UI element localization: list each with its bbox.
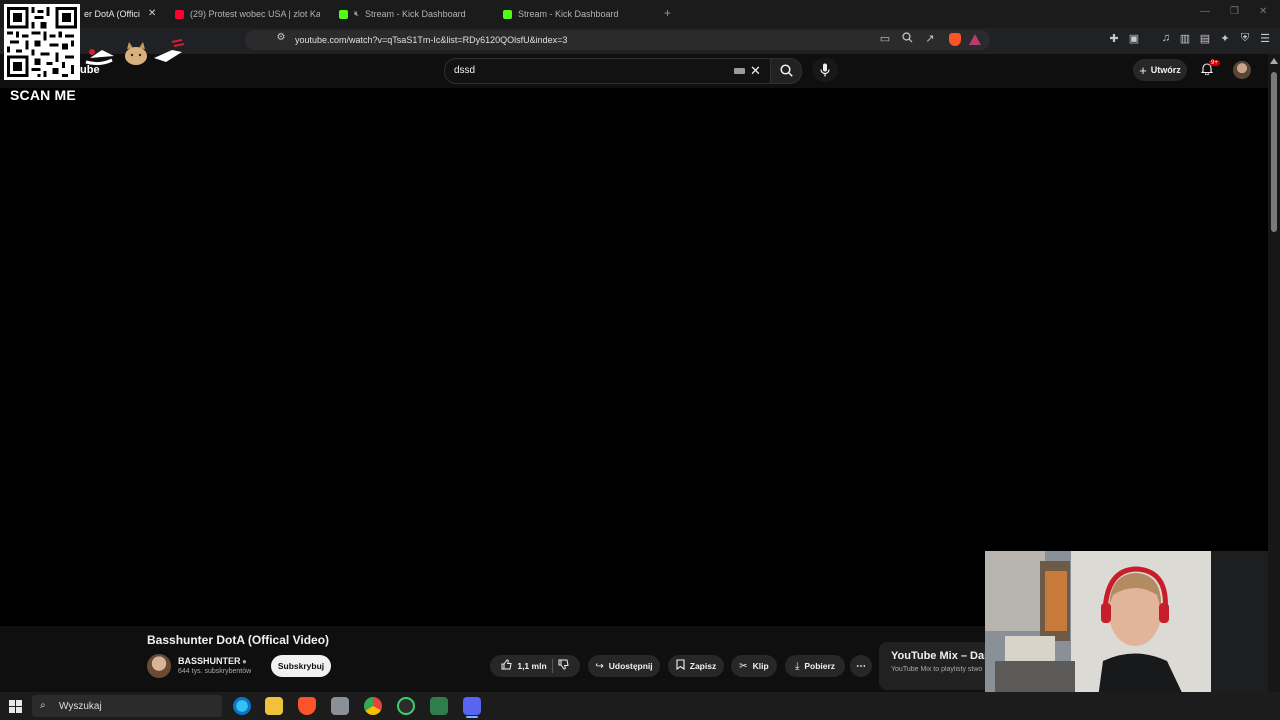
subscribe-label: Subskrybuj <box>277 661 325 671</box>
app-icon-generic[interactable] <box>331 697 349 715</box>
tab-youtube-dota[interactable]: er DotA (Offici <box>84 4 140 24</box>
video-title: Basshunter DotA (Offical Video) <box>147 633 330 647</box>
qr-code <box>4 4 80 80</box>
brave-shields-icon[interactable] <box>949 33 961 46</box>
subscriber-count: 644 tys. subskrybentów <box>178 668 252 675</box>
media-icon[interactable]: ♫ <box>1159 32 1173 44</box>
restore-icon[interactable]: ❐ <box>1230 6 1239 17</box>
scan-me-label: SCAN ME <box>10 87 76 103</box>
discord-icon[interactable] <box>463 697 481 715</box>
file-explorer-icon[interactable] <box>265 697 283 715</box>
clear-search-icon[interactable]: ✕ <box>750 63 761 79</box>
scissors-icon: ✂ <box>739 660 748 672</box>
channel-name[interactable]: BASSHUNTER <box>178 656 241 666</box>
like-dislike-group: 1,1 mln <box>490 655 580 677</box>
verified-badge-icon: ● <box>242 657 247 666</box>
extensions-icon[interactable]: ✚ <box>1107 32 1121 45</box>
mix-title[interactable]: YouTube Mix – Dar <box>891 650 986 662</box>
account-avatar[interactable] <box>1233 61 1251 79</box>
dislike-icon[interactable] <box>558 659 569 673</box>
close-tab-icon[interactable]: ✕ <box>148 8 156 19</box>
tab-title: Stream - Kick Dashboard <box>518 9 619 19</box>
vpn-icon[interactable]: ⛨ <box>1238 32 1252 45</box>
tab-title: Stream - Kick Dashboard <box>365 9 466 19</box>
muted-icon: 🔇︎ <box>354 9 360 18</box>
like-count[interactable]: 1,1 mln <box>517 661 546 671</box>
create-label: Utwórz <box>1150 65 1181 75</box>
edge-browser-icon[interactable] <box>233 697 251 715</box>
chrome-icon[interactable] <box>364 697 382 715</box>
share-label: Udostępnij <box>608 661 653 671</box>
mix-subtitle: YouTube Mix to playlisty stwo <box>891 666 983 673</box>
site-settings-icon[interactable]: ⚙︎ <box>274 32 288 43</box>
wallet-icon[interactable]: ▤ <box>1198 32 1212 45</box>
like-icon[interactable] <box>501 659 512 673</box>
share-icon: ↪ <box>595 660 604 672</box>
kick-icon <box>339 9 348 19</box>
taskbar-search-icon: ⌕ <box>40 700 46 711</box>
voice-search-button[interactable] <box>812 58 838 82</box>
scroll-up-arrow-icon[interactable] <box>1270 58 1278 64</box>
save-playlist-icon <box>676 659 685 673</box>
sidebar-icon[interactable]: ▥ <box>1178 32 1192 45</box>
search-icon <box>780 64 793 77</box>
save-label: Zapisz <box>689 661 717 671</box>
kick-icon <box>503 9 512 19</box>
minimize-icon[interactable]: — <box>1200 6 1210 17</box>
like-divider <box>551 659 553 673</box>
zoom-icon[interactable] <box>900 32 914 46</box>
windows-start-icon[interactable] <box>9 700 22 713</box>
tab-title: er DotA (Offici <box>84 9 140 19</box>
keyboard-icon[interactable] <box>734 68 745 74</box>
download-icon: ⤓ <box>794 660 800 672</box>
streaming-app-icon[interactable] <box>397 697 415 715</box>
taskbar-search-placeholder[interactable]: Wyszukaj <box>59 701 102 712</box>
download-label: Pobierz <box>804 661 836 671</box>
tab-kick-dashboard-1[interactable]: 🔇︎ Stream - Kick Dashboard <box>339 4 489 24</box>
menu-icon[interactable]: ☰ <box>1258 32 1272 45</box>
tab-kick-dashboard-2[interactable]: Stream - Kick Dashboard <box>503 4 653 24</box>
tab-title: (29) Protest wobec USA | zlot Kamrat <box>190 9 320 19</box>
scrollbar-thumb[interactable] <box>1271 72 1277 232</box>
brave-browser-icon[interactable] <box>298 697 316 715</box>
more-horizontal-icon: ⋯ <box>856 660 866 672</box>
share-button[interactable]: ↪ Udostępnij <box>588 655 660 677</box>
plus-icon: + <box>1139 62 1147 78</box>
leo-ai-icon[interactable]: ✦ <box>1218 32 1232 45</box>
brave-rewards-icon[interactable] <box>969 34 981 45</box>
save-button[interactable]: Zapisz <box>668 655 724 677</box>
cat-sticker-icon <box>85 39 185 66</box>
more-actions-button[interactable]: ⋯ <box>850 655 872 677</box>
search-button[interactable] <box>770 58 802 84</box>
search-input[interactable] <box>444 58 771 84</box>
channel-avatar[interactable] <box>147 654 171 678</box>
green-app-icon[interactable] <box>430 697 448 715</box>
clip-button[interactable]: ✂ Klip <box>731 655 777 677</box>
share-page-icon[interactable]: ↗ <box>923 32 937 45</box>
tab-youtube-protest[interactable]: (29) Protest wobec USA | zlot Kamrat <box>175 4 320 24</box>
cast-icon[interactable]: ▭ <box>878 32 892 45</box>
new-tab-icon[interactable]: + <box>664 6 671 20</box>
create-button[interactable]: + Utwórz <box>1133 59 1187 81</box>
video-player[interactable] <box>0 88 1268 626</box>
active-app-indicator <box>466 716 478 718</box>
clip-label: Klip <box>752 661 769 671</box>
notification-badge: 9+ <box>1209 60 1220 66</box>
download-button[interactable]: ⤓ Pobierz <box>785 655 845 677</box>
window-close-icon[interactable]: ✕ <box>1259 6 1267 17</box>
search-query[interactable]: dssd <box>454 65 475 76</box>
subscribe-button[interactable]: Subskrybuj <box>271 655 331 677</box>
microphone-icon <box>820 63 830 77</box>
url-text[interactable]: youtube.com/watch?v=qTsaS1Tm-Ic&list=RDy… <box>295 35 567 45</box>
youtube-icon <box>175 9 184 19</box>
tab-search-icon[interactable]: ▣ <box>1127 32 1141 45</box>
